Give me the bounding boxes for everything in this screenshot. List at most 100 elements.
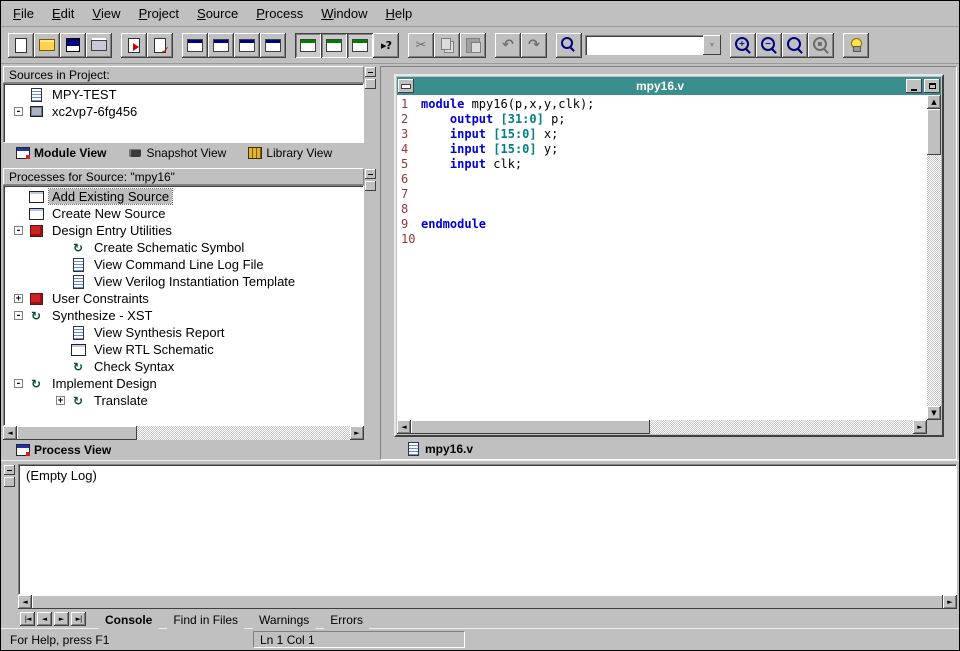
editor-titlebar[interactable]: mpy16.v (397, 77, 941, 95)
float-panel-button[interactable] (4, 465, 15, 475)
save-button[interactable] (60, 33, 86, 58)
processes-horizontal-scrollbar[interactable] (3, 426, 364, 440)
scroll-up-button[interactable] (927, 95, 941, 109)
next-tab-button[interactable] (54, 612, 69, 626)
print-button[interactable] (86, 33, 112, 58)
menu-process[interactable]: Process (247, 1, 312, 26)
toggle-processes-window-button[interactable] (321, 33, 347, 58)
menu-source[interactable]: Source (188, 1, 247, 26)
hide-panel-button[interactable] (365, 79, 376, 89)
console-panel-gripper[interactable] (3, 464, 16, 628)
hide-panel-button[interactable] (365, 181, 376, 191)
scroll-down-button[interactable] (927, 406, 941, 420)
sources-panel-gripper[interactable] (364, 66, 377, 163)
menu-edit[interactable]: Edit (43, 1, 83, 26)
scroll-right-button[interactable] (943, 595, 957, 609)
add-existing-source-button[interactable] (121, 33, 147, 58)
minimize-button[interactable] (906, 79, 922, 93)
zoom-in-button[interactable] (730, 33, 756, 58)
window-menu-button[interactable] (398, 79, 414, 93)
tree-item-user-constraints[interactable]: +User Constraints (4, 290, 363, 307)
scrollbar-thumb[interactable] (32, 595, 943, 609)
scrollbar-track[interactable] (137, 426, 350, 440)
float-panel-button[interactable] (365, 169, 376, 179)
tree-item-design-entry-utilities[interactable]: -Design Entry Utilities (4, 222, 363, 239)
tree-item-implement-design[interactable]: -Implement Design (4, 375, 363, 392)
tree-item-view-synthesis-report[interactable]: View Synthesis Report (4, 324, 363, 341)
processes-panel-body: Processes for Source: "mpy16" Add Existi… (3, 168, 364, 460)
menu-project[interactable]: Project (130, 1, 188, 26)
tab-label: Find in Files (173, 613, 238, 627)
console-tab-find-in-files[interactable]: Find in Files (160, 610, 251, 630)
search-input[interactable] (585, 35, 703, 55)
code-editor[interactable]: 1module mpy16(p,x,y,clk);2 output [31:0]… (397, 95, 927, 420)
find-button[interactable] (556, 33, 582, 58)
last-tab-button[interactable] (71, 612, 86, 626)
expander-minus-icon[interactable]: - (14, 226, 23, 235)
tree-item-view-command-line-log-file[interactable]: View Command Line Log File (4, 256, 363, 273)
sources-tab-library-view[interactable]: Library View (234, 143, 345, 163)
view-reports-button[interactable] (182, 33, 208, 58)
view-hierarchy-button[interactable] (234, 33, 260, 58)
expander-plus-icon[interactable]: + (56, 396, 65, 405)
first-tab-button[interactable] (20, 612, 35, 626)
expander-minus-icon[interactable]: - (14, 311, 23, 320)
tree-item-check-syntax[interactable]: Check Syntax (4, 358, 363, 375)
sources-tree[interactable]: MPY-TEST-xc2vp7-6fg456 (3, 83, 364, 143)
scroll-left-button[interactable] (3, 426, 17, 440)
tree-item-view-verilog-instantiation-template[interactable]: View Verilog Instantiation Template (4, 273, 363, 290)
menu-view[interactable]: View (83, 1, 129, 26)
tree-item-add-existing-source[interactable]: Add Existing Source (4, 188, 363, 205)
scrollbar-thumb[interactable] (927, 109, 941, 155)
scrollbar-thumb[interactable] (411, 420, 650, 434)
sources-tab-snapshot-view[interactable]: Snapshot View (114, 143, 239, 163)
zoom-full-button[interactable] (782, 33, 808, 58)
open-button[interactable] (34, 33, 60, 58)
tree-item-translate[interactable]: +Translate (4, 392, 363, 409)
scroll-left-button[interactable] (397, 420, 411, 434)
editor-vertical-scrollbar[interactable] (927, 95, 941, 420)
menu-file[interactable]: File (4, 1, 43, 26)
scrollbar-thumb[interactable] (17, 426, 137, 440)
expander-plus-icon[interactable]: + (14, 294, 23, 303)
view-libraries-button[interactable] (260, 33, 286, 58)
maximize-button[interactable] (924, 79, 940, 93)
console-tab-errors[interactable]: Errors (317, 610, 376, 630)
context-help-button[interactable] (373, 33, 399, 58)
console-tab-console[interactable]: Console (92, 610, 165, 630)
scroll-right-button[interactable] (913, 420, 927, 434)
menu-help[interactable]: Help (376, 1, 421, 26)
toggle-sources-window-button[interactable] (295, 33, 321, 58)
console-log[interactable]: (Empty Log) (18, 464, 957, 595)
scroll-left-button[interactable] (18, 595, 32, 609)
zoom-out-button[interactable] (756, 33, 782, 58)
tree-item-mpy-test[interactable]: MPY-TEST (4, 86, 363, 103)
previous-tab-button[interactable] (37, 612, 52, 626)
view-summary-button[interactable] (208, 33, 234, 58)
processes-tree[interactable]: Add Existing SourceCreate New Source-Des… (3, 185, 364, 426)
tree-item-view-rtl-schematic[interactable]: View RTL Schematic (4, 341, 363, 358)
hide-panel-button[interactable] (4, 477, 15, 487)
tree-item-synthesize-xst[interactable]: -Synthesize - XST (4, 307, 363, 324)
tree-item-create-schematic-symbol[interactable]: Create Schematic Symbol (4, 239, 363, 256)
editor-horizontal-scrollbar[interactable] (397, 420, 927, 434)
processes-tab-process-view[interactable]: Process View (2, 440, 124, 460)
editor-tab-mpy16-v[interactable]: mpy16.v (393, 439, 486, 459)
tree-item-create-new-source[interactable]: Create New Source (4, 205, 363, 222)
new-button[interactable] (8, 33, 34, 58)
expander-minus-icon[interactable]: - (14, 379, 23, 388)
create-new-source-button[interactable] (147, 33, 173, 58)
float-panel-button[interactable] (365, 67, 376, 77)
processes-panel-gripper[interactable] (364, 168, 377, 460)
scrollbar-track[interactable] (927, 155, 941, 406)
console-horizontal-scrollbar[interactable] (18, 595, 957, 609)
expander-minus-icon[interactable]: - (14, 107, 23, 116)
console-tab-warnings[interactable]: Warnings (246, 610, 322, 630)
scrollbar-track[interactable] (650, 420, 914, 434)
tree-item-xc2vp7-6fg456[interactable]: -xc2vp7-6fg456 (4, 103, 363, 120)
scroll-right-button[interactable] (350, 426, 364, 440)
toggle-console-window-button[interactable] (347, 33, 373, 58)
sources-tab-module-view[interactable]: Module View (2, 143, 119, 163)
lightbulb-button[interactable] (843, 33, 869, 58)
menu-window[interactable]: Window (312, 1, 376, 26)
